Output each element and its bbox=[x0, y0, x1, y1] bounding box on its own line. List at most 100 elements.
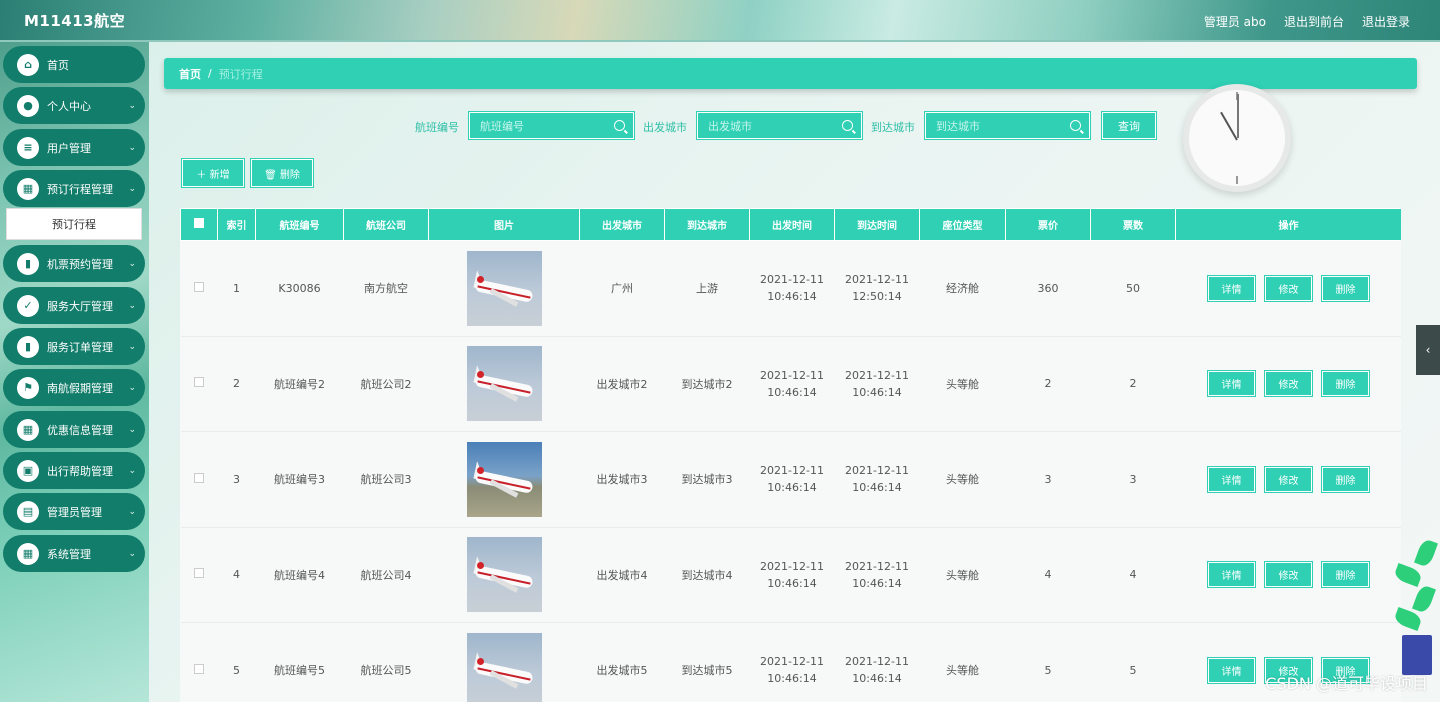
column-header: 索引 bbox=[217, 208, 256, 241]
flight-no-label: 航班编号 bbox=[415, 121, 459, 134]
back-to-front-link[interactable]: 退出到前台 bbox=[1284, 13, 1344, 30]
cell-seat: 经济舱 bbox=[919, 240, 1006, 337]
delete-button[interactable]: 删除 bbox=[1322, 275, 1369, 301]
cell-seat: 头等舱 bbox=[919, 431, 1006, 528]
row-select-cell[interactable] bbox=[180, 240, 218, 337]
row-select-cell[interactable] bbox=[180, 622, 218, 702]
sidebar-item-12[interactable]: ▦ 系统管理 ⌄ bbox=[3, 535, 145, 572]
sidebar-item-6[interactable]: ✓ 服务大厅管理 ⌄ bbox=[3, 287, 145, 324]
row-checkbox[interactable] bbox=[194, 568, 204, 579]
sidebar-item-label: 管理员管理 bbox=[47, 505, 102, 519]
select-all-cell[interactable] bbox=[180, 208, 218, 241]
sidebar-item-label: 个人中心 bbox=[47, 99, 91, 113]
row-actions-cell: 详情 修改 删除 bbox=[1175, 527, 1401, 623]
add-button[interactable]: ＋ 新增 bbox=[182, 159, 244, 187]
edit-button[interactable]: 修改 bbox=[1265, 275, 1312, 301]
flight-image-cell bbox=[428, 431, 580, 528]
collapse-tab[interactable]: ‹ bbox=[1416, 325, 1440, 375]
cell-flight-no: 航班编号5 bbox=[255, 622, 344, 702]
search-icon bbox=[1070, 120, 1081, 131]
clock-decoration bbox=[1183, 84, 1291, 192]
airplane-image bbox=[466, 632, 542, 702]
sidebar-item-label: 优惠信息管理 bbox=[47, 423, 113, 437]
edit-button[interactable]: 修改 bbox=[1265, 466, 1312, 492]
search-icon bbox=[842, 120, 853, 131]
select-all-checkbox[interactable] bbox=[194, 218, 204, 228]
delete-button[interactable]: 删除 bbox=[1322, 371, 1369, 397]
detail-button[interactable]: 详情 bbox=[1208, 562, 1255, 588]
column-header: 票数 bbox=[1090, 208, 1176, 241]
cell-to: 到达城市4 bbox=[664, 527, 750, 623]
admin-user-link[interactable]: 管理员 abo bbox=[1204, 13, 1266, 30]
chevron-down-icon: ⌄ bbox=[128, 506, 136, 517]
row-checkbox[interactable] bbox=[194, 663, 204, 674]
cell-tickets: 3 bbox=[1090, 431, 1176, 528]
column-header: 图片 bbox=[428, 208, 580, 241]
sidebar-item-1[interactable]: ⌂ 首页 bbox=[3, 46, 145, 83]
cell-depart: 2021-12-11 10:46:14 bbox=[749, 431, 835, 528]
sidebar-item-9[interactable]: ▦ 优惠信息管理 ⌄ bbox=[3, 411, 145, 448]
cell-tickets: 50 bbox=[1090, 240, 1176, 337]
sidebar-item-7[interactable]: ▮ 服务订单管理 ⌄ bbox=[3, 328, 145, 365]
row-select-cell[interactable] bbox=[180, 431, 218, 528]
cell-depart: 2021-12-11 10:46:14 bbox=[749, 240, 835, 337]
airplane-image bbox=[466, 537, 542, 613]
delete-button[interactable]: 删除 bbox=[1322, 562, 1369, 588]
edit-button[interactable]: 修改 bbox=[1265, 371, 1312, 397]
sidebar-item-label: 系统管理 bbox=[47, 547, 91, 561]
row-select-cell[interactable] bbox=[180, 527, 218, 623]
detail-button[interactable]: 详情 bbox=[1208, 657, 1255, 683]
sidebar-item-10[interactable]: ▣ 出行帮助管理 ⌄ bbox=[3, 452, 145, 489]
cell-from: 出发城市3 bbox=[579, 431, 665, 528]
table-row: 3 航班编号3 航班公司3 出发城市3 到达城市3 2021-12-11 10:46:14… bbox=[180, 431, 1401, 528]
cell-from: 广州 bbox=[579, 240, 665, 337]
sidebar-item-4[interactable]: ▦ 预订行程管理 ⌄ bbox=[3, 170, 145, 207]
breadcrumb-current: 预订行程 bbox=[218, 67, 263, 81]
delete-button[interactable]: 删除 bbox=[1322, 466, 1369, 492]
cell-to: 到达城市2 bbox=[664, 336, 750, 432]
sidebar-item-label: 用户管理 bbox=[47, 141, 91, 155]
sidebar-item-3[interactable]: ≡ 用户管理 ⌄ bbox=[3, 129, 145, 166]
cell-company: 航班公司4 bbox=[343, 527, 429, 623]
row-checkbox[interactable] bbox=[194, 377, 204, 388]
chevron-down-icon: ⌄ bbox=[128, 100, 136, 111]
table-row: 5 航班编号5 航班公司5 出发城市5 到达城市5 2021-12-11 10:46:14… bbox=[180, 622, 1401, 702]
cell-to: 到达城市5 bbox=[664, 622, 750, 702]
from-city-input[interactable]: 出发城市 bbox=[697, 112, 862, 139]
sidebar-item-2[interactable]: ● 个人中心 ⌄ bbox=[3, 87, 145, 124]
sidebar-item-label: 出行帮助管理 bbox=[47, 464, 113, 478]
sidebar-item-8[interactable]: ⚑ 南航假期管理 ⌄ bbox=[3, 369, 145, 406]
column-header: 航班公司 bbox=[343, 208, 429, 241]
cell-from: 出发城市4 bbox=[579, 527, 665, 623]
airplane-image bbox=[466, 346, 542, 422]
chevron-down-icon: ⌄ bbox=[128, 424, 136, 435]
detail-button[interactable]: 详情 bbox=[1208, 371, 1255, 397]
sidebar-subitem-booking-trip[interactable]: 预订行程 bbox=[6, 208, 142, 240]
cell-tickets: 4 bbox=[1090, 527, 1176, 623]
sidebar-item-5[interactable]: ▮ 机票预约管理 ⌄ bbox=[3, 245, 145, 282]
sidebar-item-label: 预订行程管理 bbox=[47, 182, 113, 196]
sidebar-item-label: 服务订单管理 bbox=[47, 340, 113, 354]
row-checkbox[interactable] bbox=[194, 472, 204, 483]
cell-price: 360 bbox=[1005, 240, 1091, 337]
flight-image-cell bbox=[428, 527, 580, 623]
flight-no-input[interactable]: 航班编号 bbox=[469, 112, 634, 139]
row-checkbox[interactable] bbox=[194, 281, 204, 292]
sidebar-item-label: 机票预约管理 bbox=[47, 257, 113, 271]
sidebar-item-label: 南航假期管理 bbox=[47, 381, 113, 395]
batch-delete-button[interactable]: 🗑 删除 bbox=[251, 159, 313, 187]
cell-depart: 2021-12-11 10:46:14 bbox=[749, 622, 835, 702]
row-select-cell[interactable] bbox=[180, 336, 218, 432]
breadcrumb-home[interactable]: 首页 bbox=[179, 66, 201, 82]
detail-button[interactable]: 详情 bbox=[1208, 275, 1255, 301]
cell-company: 航班公司3 bbox=[343, 431, 429, 528]
table-header-row: 索引 航班编号 航班公司 图片 出发城市 到达城市 出发时间 到达时间 座位类型 票价 票数 操作 bbox=[180, 208, 1401, 241]
to-city-input[interactable]: 到达城市 bbox=[925, 112, 1090, 139]
grid-icon: ▦ bbox=[17, 542, 39, 565]
detail-button[interactable]: 详情 bbox=[1208, 466, 1255, 492]
logout-link[interactable]: 退出登录 bbox=[1362, 13, 1410, 30]
query-button[interactable]: 查询 bbox=[1102, 112, 1156, 139]
data-table: 索引 航班编号 航班公司 图片 出发城市 到达城市 出发时间 到达时间 座位类型 票价 票数 操作 1… bbox=[180, 208, 1401, 702]
edit-button[interactable]: 修改 bbox=[1265, 562, 1312, 588]
sidebar-item-11[interactable]: ▤ 管理员管理 ⌄ bbox=[3, 493, 145, 530]
